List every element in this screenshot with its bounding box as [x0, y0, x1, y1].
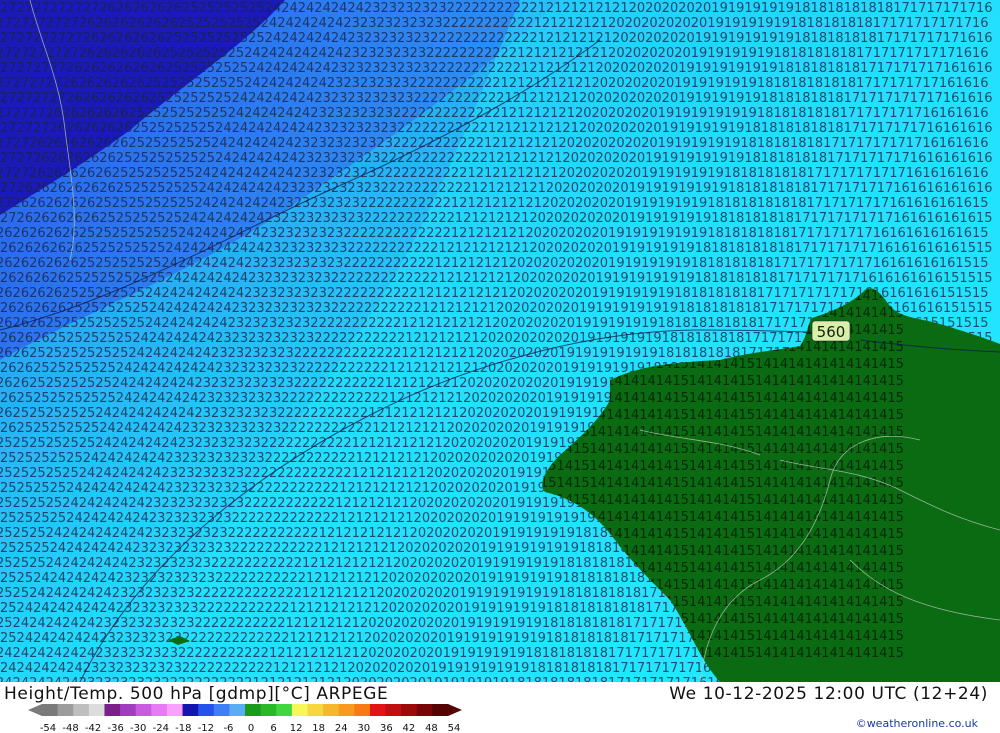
legend-swatch: [260, 704, 277, 716]
legend-swatch: [42, 704, 59, 716]
legend-tick-label: 12: [290, 723, 303, 733]
legend-swatch: [338, 704, 355, 716]
credit[interactable]: ©weatheronline.co.uk: [856, 717, 978, 730]
legend-swatch: [401, 704, 418, 716]
legend-tick-label: 48: [425, 723, 438, 733]
legend-swatch: [291, 704, 308, 716]
land-digit-row: 1514151414141414151414141514141414141414…: [540, 425, 904, 440]
legend-tick-label: 24: [335, 723, 348, 733]
land-digit-row: 1514151414141414151414141514141414141414…: [540, 476, 904, 491]
legend-tick-label: 0: [248, 723, 254, 733]
legend-arrow-right: [448, 704, 462, 716]
legend-swatch: [166, 704, 184, 716]
digit-row: 2626262625252525252524242424242323232323…: [0, 271, 993, 286]
digit-row: 2726262626262625252525252424242424232323…: [0, 181, 993, 196]
digit-row: 2727272726262626262625252525252424242424…: [0, 61, 993, 76]
land-digit-row: 1514151414141414151414141514141414141414…: [540, 459, 904, 474]
digit-row: 2727272727262626262625252525252524242424…: [0, 31, 993, 46]
digit-row: 2727262626262625252525252424242424242323…: [0, 166, 989, 181]
contour-label: 560: [811, 320, 851, 342]
legend-bar: [28, 704, 462, 716]
legend-ticks: -54 -48 -42 -36 -30 -24 -18 -12 -6 0 6 12 18 24 30 36 42…: [40, 723, 461, 733]
digit-row: 2626262626252525252525242424242423232323…: [0, 226, 989, 241]
legend-swatch: [323, 704, 340, 716]
legend-tick-label: 18: [312, 723, 325, 733]
legend-tick-label: 30: [357, 723, 370, 733]
legend-swatch: [120, 704, 137, 716]
legend-swatch: [73, 704, 90, 716]
digit-row: 2626262625252525252424242424242323232323…: [0, 286, 989, 301]
legend-tick-label: -42: [85, 723, 101, 733]
legend-swatch: [88, 704, 105, 716]
legend-tick-label: -18: [175, 723, 191, 733]
legend-swatch: [416, 704, 433, 716]
legend-tick-label: -6: [223, 723, 233, 733]
legend-swatch: [104, 704, 121, 716]
digit-row: 2727272626262626252525252524242424242423…: [0, 121, 993, 136]
legend-tick-label: -12: [198, 723, 214, 733]
legend-swatch: [354, 704, 371, 716]
digit-row: 2727262626262625252525252524242424242323…: [0, 151, 993, 166]
digit-row: 2726262626262525252525242424242423232323…: [0, 211, 993, 226]
legend-swatch: [135, 704, 152, 716]
map-title: Height/Temp. 500 hPa [gdmp][°C] ARPEGE: [4, 684, 389, 704]
digit-row: 2626262626252525252524242424242323232323…: [0, 256, 989, 271]
contour-label-text: 560: [817, 323, 846, 341]
legend-tick-label: 42: [403, 723, 416, 733]
legend-swatch: [276, 704, 293, 716]
legend-swatch: [213, 704, 230, 716]
legend-swatch: [369, 704, 387, 716]
legend-swatch: [151, 704, 168, 716]
legend-tick-label: -30: [130, 723, 146, 733]
color-legend: -54 -48 -42 -36 -30 -24 -18 -12 -6 0 6 12 18 24 30 36 42…: [28, 704, 462, 733]
digit-row: 2727272727272626262626252525252524242424…: [0, 1, 993, 16]
legend-swatch: [432, 704, 449, 716]
legend-swatch: [229, 704, 246, 716]
digit-row: 2726262626262525252525252424242424232323…: [0, 196, 989, 211]
legend-arrow-left: [28, 704, 42, 716]
legend-tick-label: -36: [107, 723, 123, 733]
land-digit-row: 1514151414141414151414141514141414141414…: [540, 493, 904, 508]
valid-time: We 10-12-2025 12:00 UTC (12+24): [669, 684, 988, 704]
digit-row: 2727272727262626262625252525252424242424…: [0, 46, 989, 61]
legend-swatch: [198, 704, 215, 716]
footer: Height/Temp. 500 hPa [gdmp][°C] ARPEGE W…: [0, 682, 1000, 733]
legend-swatch: [57, 704, 74, 716]
digit-row: 2727272726262626262525252525242424242423…: [0, 91, 993, 106]
legend-swatch: [245, 704, 262, 716]
legend-swatch: [182, 704, 199, 716]
digit-row: 2626262626252525252524242424242423232323…: [0, 241, 993, 256]
legend-tick-label: 54: [448, 723, 461, 733]
legend-tick-label: 6: [270, 723, 276, 733]
legend-tick-label: -24: [153, 723, 169, 733]
legend-tick-label: -48: [62, 723, 78, 733]
digit-row: 2727272727262626262626252525252524242424…: [0, 16, 989, 31]
legend-swatch: [307, 704, 324, 716]
digit-row: 2727272726262626262525252525252424242424…: [0, 76, 989, 91]
legend-tick-label: -54: [40, 723, 56, 733]
legend-swatch: [385, 704, 402, 716]
weather-map: 2727272727272626262626252525252524242424…: [0, 0, 1000, 682]
legend-tick-label: 36: [380, 723, 393, 733]
digit-row: 2727262626262626252525252524242424242323…: [0, 136, 989, 151]
